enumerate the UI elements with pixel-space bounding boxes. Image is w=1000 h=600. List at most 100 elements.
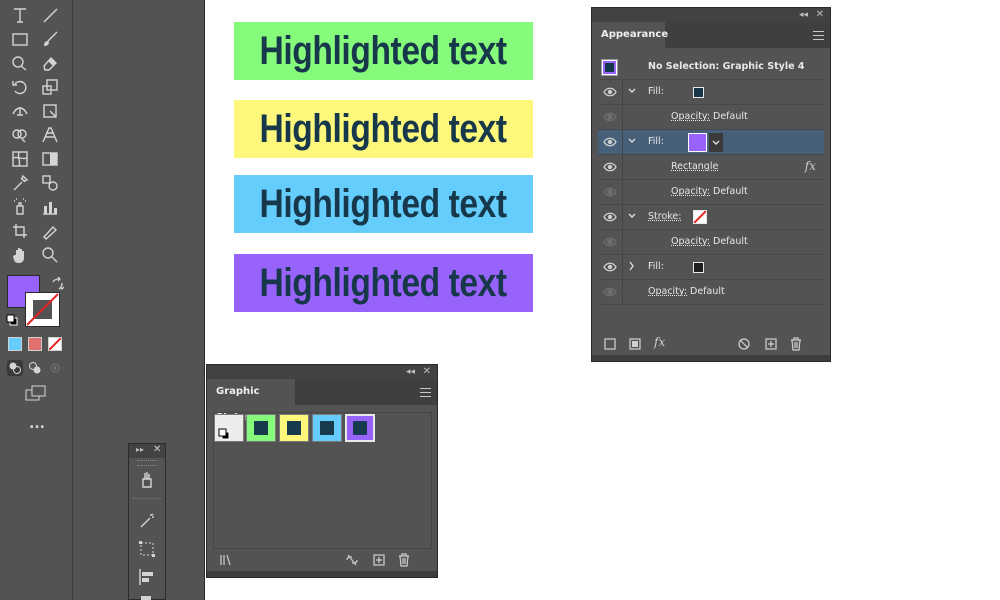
panel-title-strip[interactable]: ◂◂ ✕ — [592, 8, 830, 22]
blend-tool-icon[interactable] — [38, 172, 62, 194]
chevron-down-icon[interactable] — [627, 135, 637, 147]
scale-tool-icon[interactable] — [38, 76, 62, 98]
highlighted-text-blue[interactable]: Highlighted text — [234, 175, 533, 233]
gradient-tool-icon[interactable] — [38, 148, 62, 170]
delete-style-icon[interactable] — [397, 553, 411, 567]
symbol-sprayer-tool-icon[interactable] — [8, 196, 32, 218]
eyedropper-tool-icon[interactable] — [8, 172, 32, 194]
appearance-row-opacity[interactable]: Opacity: Default — [598, 230, 824, 255]
add-effect-button[interactable]: fx — [654, 335, 665, 349]
appearance-row-opacity[interactable]: Opacity: Default — [598, 280, 824, 305]
swatch-dropdown-icon[interactable] — [709, 133, 723, 152]
appearance-row-opacity[interactable]: Opacity: Default — [598, 105, 824, 130]
visibility-eye-icon[interactable] — [603, 86, 617, 98]
eraser-tool-icon[interactable] — [38, 52, 62, 74]
visibility-eye-icon[interactable] — [603, 186, 617, 198]
puppet-warp-tool-icon[interactable] — [137, 470, 157, 490]
panel-menu-icon[interactable] — [420, 388, 431, 397]
appearance-row-label[interactable]: Fill: — [648, 86, 664, 97]
appearance-row-label[interactable]: Opacity: — [648, 286, 687, 297]
graphic-style-default[interactable] — [214, 414, 244, 442]
graphic-style-1[interactable] — [246, 414, 276, 442]
duplicate-item-icon[interactable] — [764, 337, 778, 351]
panel-resize-handle[interactable] — [207, 571, 437, 577]
grip-icon[interactable] — [137, 460, 157, 466]
libraries-menu-icon[interactable] — [219, 553, 233, 567]
break-link-icon[interactable] — [345, 553, 359, 567]
graphic-style-4[interactable] — [345, 414, 375, 442]
slice-tool-icon[interactable] — [38, 220, 62, 242]
panel-title-strip[interactable]: ◂◂ ✕ — [207, 365, 437, 379]
stroke-color-swatch[interactable] — [25, 292, 60, 327]
paintbrush-tool-icon[interactable] — [38, 28, 62, 50]
free-transform-tool-icon[interactable] — [38, 100, 62, 122]
visibility-eye-icon[interactable] — [603, 136, 617, 148]
draw-normal-icon[interactable] — [7, 360, 23, 376]
default-fill-stroke-icon[interactable] — [6, 314, 18, 326]
appearance-row-opacity[interactable]: Opacity: Default — [598, 180, 824, 205]
magic-wand-tool-icon[interactable] — [138, 512, 156, 530]
rectangle-tool-icon[interactable] — [8, 28, 32, 50]
collapse-icon[interactable]: ◂◂ — [799, 9, 808, 21]
appearance-row-stroke[interactable]: Stroke: — [598, 205, 824, 230]
zoom-tool-icon[interactable] — [38, 244, 62, 266]
effect-fx-icon[interactable]: fx — [805, 159, 816, 173]
line-tool-icon[interactable] — [38, 4, 62, 26]
appearance-row-fill[interactable]: Fill: — [598, 80, 824, 105]
appearance-row-label[interactable]: Fill: — [648, 261, 664, 272]
stroke-swatch-none[interactable] — [693, 210, 707, 224]
chevron-right-icon[interactable] — [627, 260, 637, 272]
shape-builder-tool-icon[interactable] — [8, 124, 32, 146]
fill-swatch[interactable] — [688, 133, 707, 152]
highlighted-text-green[interactable]: Highlighted text — [234, 22, 533, 80]
appearance-row-label[interactable]: Stroke: — [648, 211, 681, 222]
column-graph-tool-icon[interactable] — [38, 196, 62, 218]
clear-appearance-icon[interactable] — [737, 337, 751, 351]
artboard-tool-icon[interactable] — [8, 220, 32, 242]
tab-appearance[interactable]: Appearance — [592, 22, 668, 48]
visibility-eye-icon[interactable] — [603, 111, 617, 123]
chevron-down-icon[interactable] — [627, 85, 637, 97]
appearance-row-effect[interactable]: Rectangle fx — [598, 155, 824, 180]
type-tool-icon[interactable] — [8, 4, 32, 26]
gradient-mode-button[interactable] — [28, 337, 42, 351]
chevron-down-icon[interactable] — [627, 210, 637, 222]
appearance-row-label[interactable]: Rectangle — [671, 161, 718, 172]
appearance-header-row[interactable]: No Selection: Graphic Style 4 — [598, 55, 824, 80]
collapse-icon[interactable]: ▸▸ — [136, 445, 144, 454]
none-mode-button[interactable] — [48, 337, 62, 351]
graphic-style-3[interactable] — [312, 414, 342, 442]
add-new-stroke-icon[interactable] — [603, 337, 617, 351]
visibility-eye-icon[interactable] — [603, 286, 617, 298]
visibility-eye-icon[interactable] — [603, 161, 617, 173]
appearance-row-label[interactable]: Opacity: — [671, 186, 710, 197]
align-left-icon[interactable] — [138, 568, 156, 586]
more-icon[interactable] — [141, 596, 151, 600]
delete-item-icon[interactable] — [789, 337, 803, 351]
artboard-select-icon[interactable] — [138, 540, 156, 558]
panel-resize-handle[interactable] — [592, 355, 830, 361]
highlighted-text-yellow[interactable]: Highlighted text — [234, 100, 533, 158]
color-mode-button[interactable] — [8, 337, 22, 351]
appearance-row-fill[interactable]: Fill: — [598, 255, 824, 280]
width-tool-icon[interactable] — [8, 100, 32, 122]
more-tools-button[interactable]: ... — [26, 416, 48, 432]
mesh-tool-icon[interactable] — [8, 148, 32, 170]
close-icon[interactable]: ✕ — [816, 9, 824, 21]
collapse-icon[interactable]: ◂◂ — [406, 366, 415, 378]
draw-behind-icon[interactable] — [27, 360, 43, 376]
perspective-grid-tool-icon[interactable] — [38, 124, 62, 146]
close-icon[interactable]: ✕ — [423, 366, 431, 378]
hand-tool-icon[interactable] — [8, 244, 32, 266]
draw-inside-icon[interactable] — [47, 360, 63, 376]
add-new-fill-icon[interactable] — [628, 337, 642, 351]
visibility-eye-icon[interactable] — [603, 236, 617, 248]
graphic-style-2[interactable] — [279, 414, 309, 442]
appearance-row-label[interactable]: Opacity: — [671, 236, 710, 247]
shaper-tool-icon[interactable] — [8, 52, 32, 74]
visibility-eye-icon[interactable] — [603, 261, 617, 273]
appearance-row-label[interactable]: Opacity: — [671, 111, 710, 122]
close-icon[interactable]: ✕ — [153, 444, 161, 455]
appearance-row-fill[interactable]: Fill: — [598, 130, 824, 155]
visibility-eye-icon[interactable] — [603, 211, 617, 223]
